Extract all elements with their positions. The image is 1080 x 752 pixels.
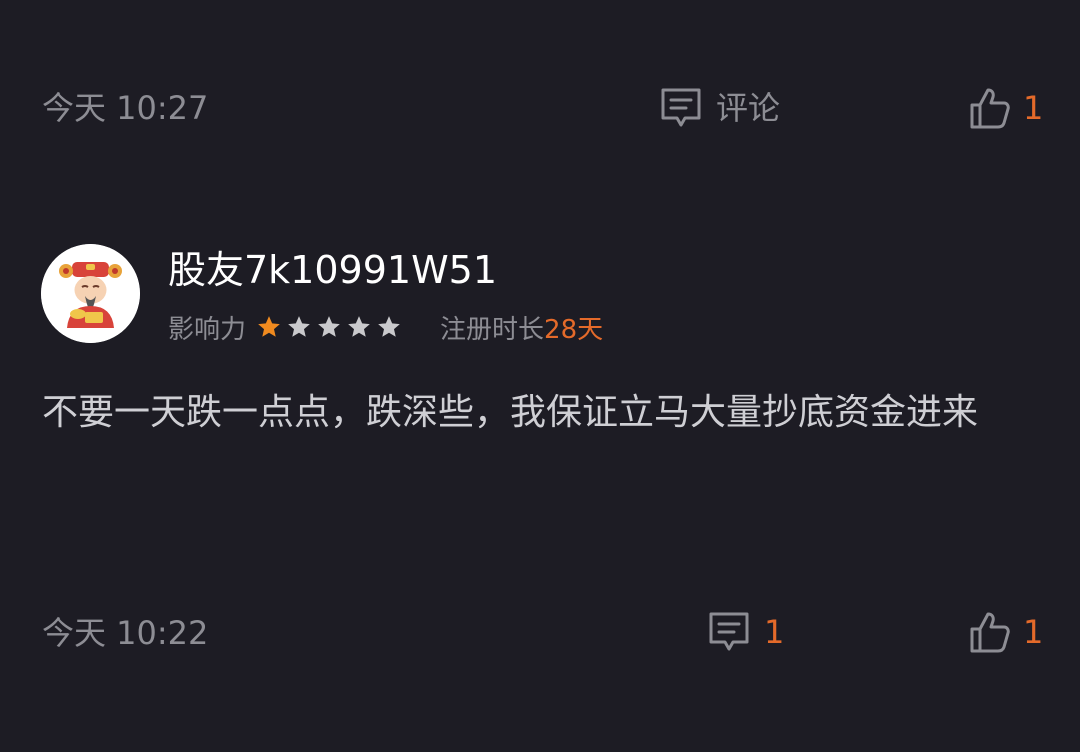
like-button[interactable]: 1 (969, 84, 1043, 132)
reply-button[interactable]: 1 (706, 608, 784, 656)
post-timestamp: 今天 10:27 (42, 89, 209, 127)
comment-like-count: 1 (1023, 613, 1044, 651)
username[interactable]: 股友7k10991W51 (168, 246, 497, 294)
comment-label: 评论 (716, 89, 781, 127)
thumbs-up-icon (969, 609, 1011, 655)
user-meta: 影响力 注册时长 28天 (168, 307, 603, 347)
star-empty-icon (318, 316, 340, 337)
comment-text: 不要一天跌一点点，跌深些，我保证立马大量抄底资金进来 (42, 392, 979, 433)
star-empty-icon (348, 316, 370, 337)
reply-count: 1 (764, 613, 785, 651)
influence-rating (256, 314, 406, 340)
star-empty-icon (378, 316, 400, 337)
comment-icon (706, 609, 752, 655)
caishen-avatar (41, 244, 140, 343)
star-empty-icon (288, 316, 310, 337)
comment-like-button[interactable]: 1 (969, 608, 1043, 656)
influence-label: 影响力 (168, 314, 247, 345)
register-duration-value: 28天 (544, 314, 604, 345)
thumbs-up-icon (969, 85, 1011, 131)
register-duration-label: 注册时长 (440, 314, 545, 345)
star-filled-icon (258, 316, 280, 337)
comment-button[interactable]: 评论 (658, 84, 780, 132)
like-count: 1 (1023, 89, 1044, 127)
comment-timestamp: 今天 10:22 (42, 614, 209, 652)
avatar[interactable] (41, 244, 140, 343)
comment-icon (658, 85, 704, 131)
